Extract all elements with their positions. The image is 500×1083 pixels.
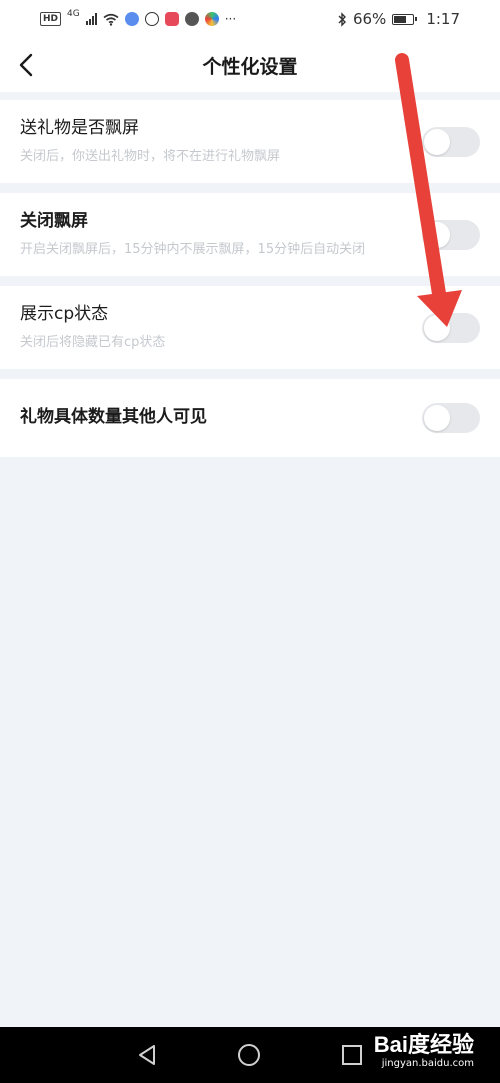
clock: 1:17 <box>426 10 460 28</box>
setting-title: 送礼物是否飘屏 <box>20 118 139 138</box>
page-title: 个性化设置 <box>202 55 298 78</box>
back-button[interactable] <box>10 49 42 81</box>
settings-list: 送礼物是否飘屏 关闭后，你送出礼物时，将不在进行礼物飘屏 关闭飘屏 开启关闭飘屏… <box>0 100 500 467</box>
app-chat-icon <box>184 12 199 26</box>
bluetooth-icon <box>338 11 346 27</box>
setting-gift-count-visible: 礼物具体数量其他人可见 <box>0 379 500 457</box>
setting-close-float: 关闭飘屏 开启关闭飘屏后，15分钟内不展示飘屏，15分钟后自动关闭 <box>0 193 500 276</box>
more-notifications-icon: ··· <box>224 12 237 26</box>
baidu-watermark: Bai度经验 jingyan.baidu.com <box>374 1032 474 1070</box>
gift-count-visible-toggle[interactable] <box>422 403 480 433</box>
setting-gift-float: 送礼物是否飘屏 关闭后，你送出礼物时，将不在进行礼物飘屏 <box>0 100 500 183</box>
battery-fill <box>394 15 406 23</box>
setting-title: 礼物具体数量其他人可见 <box>20 407 207 427</box>
chevron-left-icon <box>19 53 33 77</box>
toggle-knob <box>424 221 450 248</box>
app-colorful-icon <box>204 12 219 26</box>
status-bar: HD 4G ··· 66% 1:17 <box>0 0 500 38</box>
setting-description: 开启关闭飘屏后，15分钟内不展示飘屏，15分钟后自动关闭 <box>20 242 366 257</box>
wifi-icon <box>103 13 119 26</box>
show-cp-toggle[interactable] <box>422 312 480 343</box>
app-music-icon <box>124 12 139 26</box>
hd-icon: HD <box>40 12 62 26</box>
battery-percent: 66% <box>352 10 387 28</box>
home-circle-icon[interactable] <box>237 1043 261 1067</box>
signal-icon <box>85 13 97 25</box>
gift-float-toggle[interactable] <box>422 126 480 157</box>
setting-description: 关闭后将隐藏已有cp状态 <box>20 335 166 350</box>
setting-description: 关闭后，你送出礼物时，将不在进行礼物飘屏 <box>20 149 281 164</box>
recents-square-icon[interactable] <box>341 1044 363 1066</box>
setting-title: 展示cp状态 <box>20 304 109 324</box>
app-paw-icon <box>144 12 159 26</box>
network-type: 4G <box>67 9 80 19</box>
watermark-logo-text: Bai度经验 <box>373 1032 474 1057</box>
toggle-knob <box>424 314 450 341</box>
status-bar-left: HD 4G ··· <box>40 9 237 26</box>
toggle-knob <box>424 405 450 431</box>
battery-icon <box>392 13 418 25</box>
setting-show-cp: 展示cp状态 关闭后将隐藏已有cp状态 <box>0 286 500 369</box>
nav-bar: 个性化设置 <box>0 38 500 92</box>
watermark-url: jingyan.baidu.com <box>381 1058 474 1069</box>
status-bar-right: 66% 1:17 <box>337 10 460 28</box>
toggle-knob <box>424 128 450 155</box>
close-float-toggle[interactable] <box>422 219 480 250</box>
setting-title: 关闭飘屏 <box>20 211 88 231</box>
app-red-icon <box>164 12 179 26</box>
back-triangle-icon[interactable] <box>137 1044 157 1066</box>
